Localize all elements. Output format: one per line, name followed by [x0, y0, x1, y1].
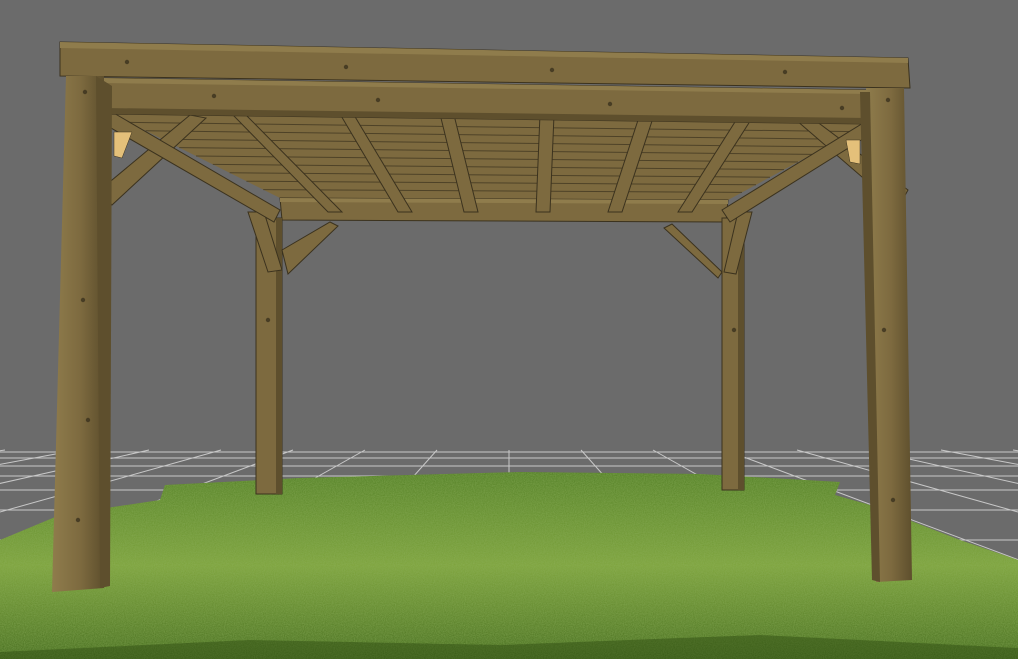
back-beam — [279, 197, 729, 223]
grass-terrain — [0, 472, 1018, 659]
beam-end-left — [113, 131, 133, 159]
wood-knot — [731, 327, 737, 333]
wood-knot — [885, 97, 891, 103]
wood-knot — [375, 97, 381, 103]
wood-knot — [124, 59, 130, 65]
front-post-left — [52, 76, 112, 592]
back-post-right — [663, 211, 753, 491]
scene-canvas[interactable] — [0, 0, 1018, 659]
wood-knot — [85, 417, 91, 423]
wood-knot — [890, 497, 896, 503]
wood-knot — [211, 93, 217, 99]
3d-viewport[interactable] — [0, 0, 1018, 659]
wood-knot — [265, 317, 271, 323]
wood-knot — [782, 69, 788, 75]
wood-knot — [839, 105, 845, 111]
wood-knot — [75, 517, 81, 523]
wood-knot — [881, 327, 887, 333]
wood-knot — [82, 89, 88, 95]
wood-knot — [80, 297, 86, 303]
wood-knot — [607, 101, 613, 107]
wood-knot — [343, 64, 349, 70]
wood-knot — [549, 67, 555, 73]
